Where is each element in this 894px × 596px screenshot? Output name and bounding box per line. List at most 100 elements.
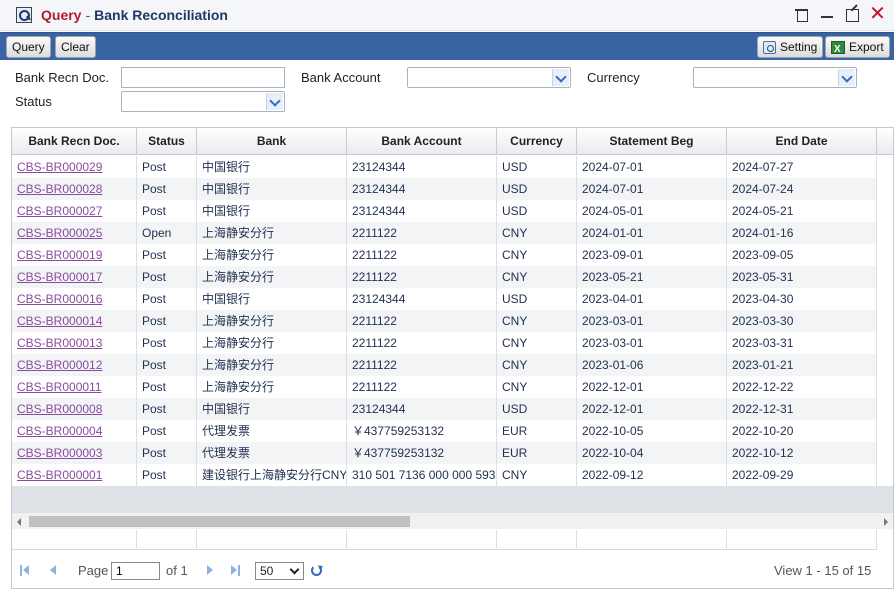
doc-link[interactable]: CBS-BR000025 xyxy=(12,222,137,244)
end-date-cell: 2024-07-24 xyxy=(727,178,877,200)
doc-link[interactable]: CBS-BR000017 xyxy=(12,266,137,288)
column-header[interactable]: Status xyxy=(137,128,197,155)
table-row[interactable]: CBS-BR000011 Post 上海静安分行 2211122 CNY 2022-12-… xyxy=(12,376,877,398)
scroll-thumb[interactable] xyxy=(29,516,410,527)
footer-cell xyxy=(12,530,137,550)
status-cell: Post xyxy=(137,156,197,178)
table-row[interactable]: CBS-BR000017 Post 上海静安分行 2211122 CNY 2023-05-… xyxy=(12,266,877,288)
table-row[interactable]: CBS-BR000019 Post 上海静安分行 2211122 CNY 2023-09-… xyxy=(12,244,877,266)
table-row[interactable]: CBS-BR000027 Post 中国银行 23124344 USD 2024-05-0… xyxy=(12,200,877,222)
footer-cell xyxy=(137,530,197,550)
footer-cell xyxy=(197,530,347,550)
doc-link[interactable]: CBS-BR000027 xyxy=(12,200,137,222)
table-row[interactable]: CBS-BR000016 Post 中国银行 23124344 USD 2023-04-0… xyxy=(12,288,877,310)
scroll-right-icon[interactable] xyxy=(884,518,888,526)
doc-link[interactable]: CBS-BR000029 xyxy=(12,156,137,178)
window-title: Query - Bank Reconciliation xyxy=(41,7,228,23)
doc-link[interactable]: CBS-BR000028 xyxy=(12,178,137,200)
column-header[interactable]: Bank Recn Doc. xyxy=(12,128,137,155)
setting-button[interactable]: Setting xyxy=(757,36,824,58)
currency-cell: CNY xyxy=(497,332,577,354)
table-row[interactable]: CBS-BR000025 Open 上海静安分行 2211122 CNY 2024-01-… xyxy=(12,222,877,244)
end-date-cell: 2022-12-31 xyxy=(727,398,877,420)
currency-cell: USD xyxy=(497,288,577,310)
status-cell: Post xyxy=(137,442,197,464)
column-header[interactable]: Bank Account xyxy=(347,128,497,155)
doc-link[interactable]: CBS-BR000011 xyxy=(12,376,137,398)
grid-body: CBS-BR000029 Post 中国银行 23124344 USD 2024-07-0… xyxy=(12,156,877,486)
status-cell: Post xyxy=(137,398,197,420)
doc-link[interactable]: CBS-BR000012 xyxy=(12,354,137,376)
chevron-down-icon[interactable] xyxy=(266,93,283,110)
trash-icon[interactable] xyxy=(794,6,811,23)
end-date-cell: 2024-05-21 xyxy=(727,200,877,222)
table-row[interactable]: CBS-BR000029 Post 中国银行 23124344 USD 2024-07-0… xyxy=(12,156,877,178)
table-row[interactable]: CBS-BR000008 Post 中国银行 23124344 USD 2022-12-0… xyxy=(12,398,877,420)
last-page-icon[interactable] xyxy=(231,565,241,577)
column-header[interactable]: Bank xyxy=(197,128,347,155)
doc-link[interactable]: CBS-BR000001 xyxy=(12,464,137,486)
bank-account-select[interactable] xyxy=(407,67,571,88)
currency-select[interactable] xyxy=(693,67,857,88)
table-row[interactable]: CBS-BR000014 Post 上海静安分行 2211122 CNY 2023-03-… xyxy=(12,310,877,332)
doc-link[interactable]: CBS-BR000008 xyxy=(12,398,137,420)
currency-cell: CNY xyxy=(497,244,577,266)
bank-cell: 上海静安分行 xyxy=(197,332,347,354)
table-row[interactable]: CBS-BR000012 Post 上海静安分行 2211122 CNY 2023-01-… xyxy=(12,354,877,376)
doc-link[interactable]: CBS-BR000014 xyxy=(12,310,137,332)
account-cell: 23124344 xyxy=(347,156,497,178)
grid-footer-row xyxy=(12,530,877,550)
table-row[interactable]: CBS-BR000001 Post 建设银行上海静安分行CNY 310 501 713… xyxy=(12,464,877,486)
maximize-icon[interactable] xyxy=(844,6,861,23)
statement-beg-cell: 2022-12-01 xyxy=(577,376,727,398)
first-page-icon[interactable] xyxy=(20,565,30,577)
status-select[interactable] xyxy=(121,91,285,112)
chevron-down-icon[interactable] xyxy=(552,69,569,86)
column-header[interactable]: Statement Beg xyxy=(577,128,727,155)
status-cell: Post xyxy=(137,332,197,354)
doc-link[interactable]: CBS-BR000004 xyxy=(12,420,137,442)
doc-link[interactable]: CBS-BR000019 xyxy=(12,244,137,266)
statement-beg-cell: 2023-03-01 xyxy=(577,332,727,354)
column-header[interactable]: End Date xyxy=(727,128,877,155)
table-row[interactable]: CBS-BR000013 Post 上海静安分行 2211122 CNY 2023-03-… xyxy=(12,332,877,354)
horizontal-scrollbar[interactable] xyxy=(12,512,893,529)
clear-button[interactable]: Clear xyxy=(55,36,96,58)
next-page-icon[interactable] xyxy=(205,565,215,577)
currency-cell: EUR xyxy=(497,420,577,442)
table-row[interactable]: CBS-BR000004 Post 代理发票 ￥437759253132 EUR 2022… xyxy=(12,420,877,442)
bank-cell: 中国银行 xyxy=(197,178,347,200)
table-row[interactable]: CBS-BR000003 Post 代理发票 ￥437759253132 EUR 2022… xyxy=(12,442,877,464)
export-button[interactable]: Export xyxy=(825,36,890,60)
end-date-cell: 2022-09-29 xyxy=(727,464,877,486)
minimize-icon[interactable] xyxy=(819,6,836,23)
doc-link[interactable]: CBS-BR000016 xyxy=(12,288,137,310)
statement-beg-cell: 2022-12-01 xyxy=(577,398,727,420)
bank-cell: 代理发票 xyxy=(197,420,347,442)
column-header[interactable]: Currency xyxy=(497,128,577,155)
account-cell: 23124344 xyxy=(347,288,497,310)
account-cell: 2211122 xyxy=(347,244,497,266)
page-number-input[interactable] xyxy=(111,562,160,580)
refresh-icon[interactable] xyxy=(311,565,322,576)
status-cell: Post xyxy=(137,420,197,442)
account-cell: 310 501 7136 000 000 593 xyxy=(347,464,497,486)
table-row[interactable]: CBS-BR000028 Post 中国银行 23124344 USD 2024-07-0… xyxy=(12,178,877,200)
setting-icon xyxy=(763,40,776,54)
grid-empty-area xyxy=(12,486,893,512)
view-range-text: View 1 - 15 of 15 xyxy=(774,563,872,578)
query-button[interactable]: Query xyxy=(6,36,51,58)
status-cell: Post xyxy=(137,464,197,486)
prev-page-icon[interactable] xyxy=(48,565,58,577)
chevron-down-icon[interactable] xyxy=(838,69,855,86)
page-of-label: of 1 xyxy=(166,563,188,578)
page-size-select[interactable]: 50 xyxy=(255,562,304,580)
doc-link[interactable]: CBS-BR000013 xyxy=(12,332,137,354)
scroll-left-icon[interactable] xyxy=(17,518,21,526)
bank-recn-doc-input[interactable] xyxy=(121,67,285,88)
status-cell: Post xyxy=(137,354,197,376)
account-cell: 2211122 xyxy=(347,376,497,398)
close-icon[interactable]: ✕ xyxy=(869,4,886,24)
doc-link[interactable]: CBS-BR000003 xyxy=(12,442,137,464)
toolbar: Query Clear Setting Export xyxy=(0,32,894,60)
